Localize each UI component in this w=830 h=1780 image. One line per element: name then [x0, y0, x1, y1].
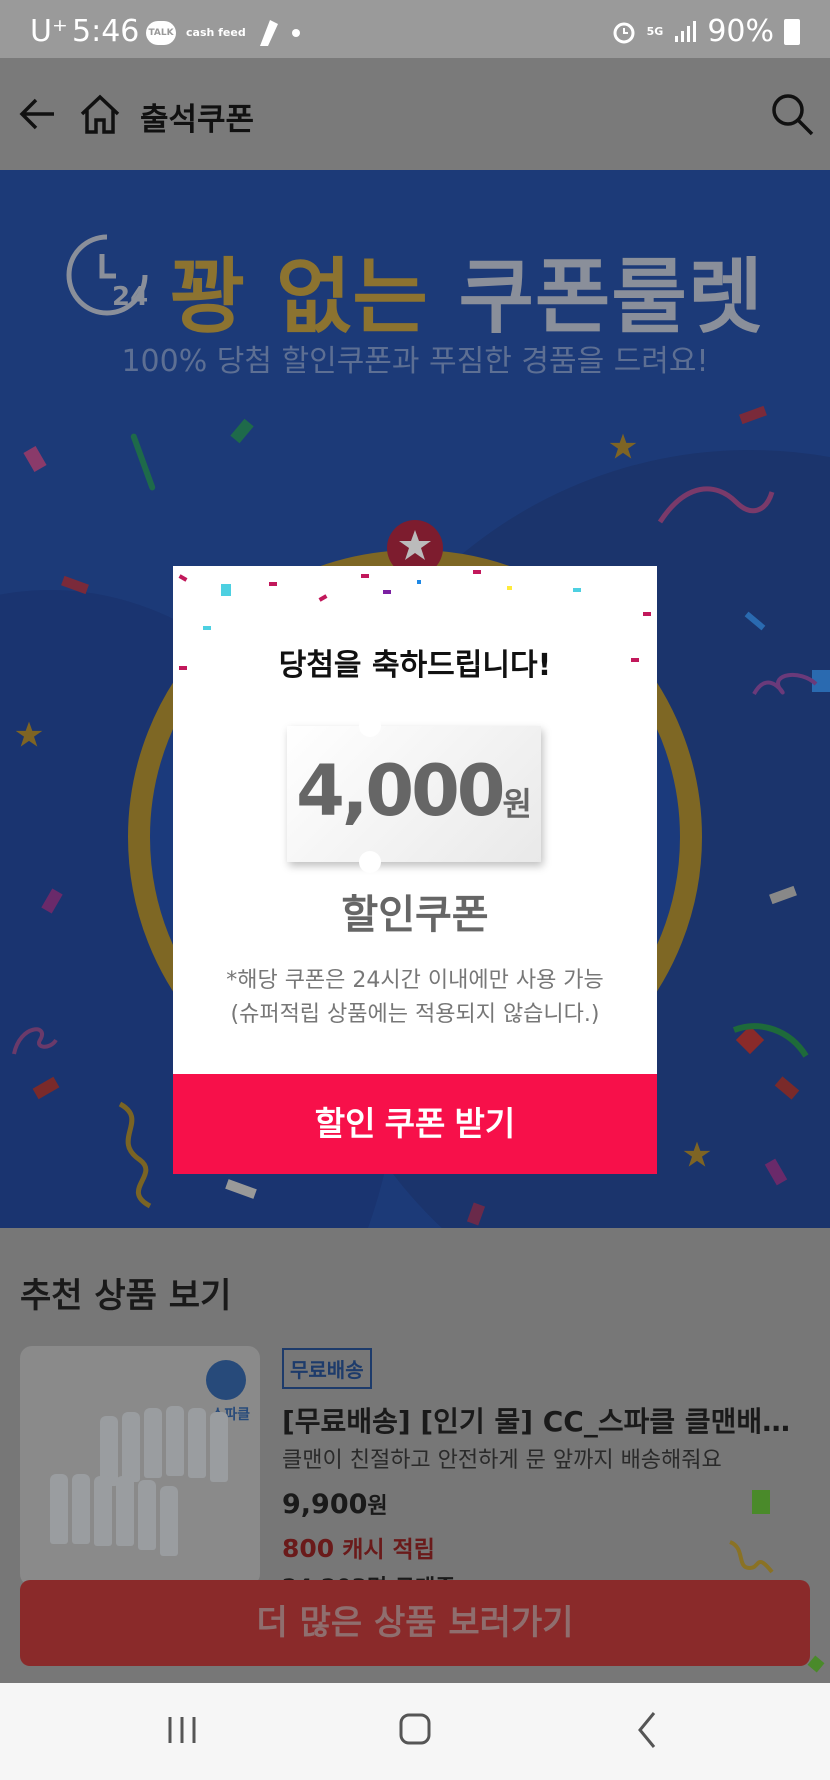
- bottle-image: [94, 1476, 112, 1546]
- recommendations-title: 추천 상품 보기: [20, 1276, 232, 1316]
- congrats-title: 당첨을 축하드립니다!: [278, 648, 552, 683]
- confetti: [203, 626, 211, 630]
- cash-label: 캐시 적립: [342, 1537, 435, 1563]
- product-name[interactable]: [무료배송] [인기 물] CC_스파클 클맨배송 2L 12병: [282, 1400, 812, 1440]
- confetti: [417, 580, 421, 584]
- recommendations-section: 추천 상품 보기 스파클 무료배송 [무료배송] [인기 물] CC_스파클 클…: [0, 1228, 830, 1683]
- headline-gold: 꽝 없는: [170, 250, 429, 345]
- bottle-image: [210, 1412, 228, 1482]
- cash-reward: 800 캐시 적립: [282, 1530, 435, 1564]
- ticket-notch: [359, 851, 381, 873]
- confetti: [473, 570, 481, 574]
- signal-icon: [675, 20, 697, 42]
- confetti: [221, 584, 231, 596]
- kakaotalk-icon: TALK: [146, 21, 176, 45]
- system-status-icons: 5G 90%: [611, 14, 800, 49]
- battery-icon: [784, 18, 800, 45]
- back-nav-icon[interactable]: [618, 1705, 678, 1755]
- cash-amount: 800: [282, 1534, 335, 1563]
- home-nav-icon[interactable]: [385, 1705, 445, 1755]
- status-time: 5:46: [72, 14, 140, 49]
- star-icon: [399, 530, 431, 560]
- confetti: [752, 1490, 770, 1514]
- get-coupon-button[interactable]: 할인 쿠폰 받기: [173, 1074, 657, 1174]
- bottle-image: [160, 1486, 178, 1556]
- brand-logo-icon: [206, 1360, 246, 1400]
- clock-24-label: 24: [112, 282, 149, 312]
- ticket-notch: [359, 715, 381, 737]
- confetti: [129, 432, 157, 492]
- status-bar: U⁺ 5:46 TALK cash feed 5G 90%: [0, 0, 830, 58]
- product-description: 클맨이 친절하고 안전하게 문 앞까지 배송해줘요: [282, 1448, 722, 1473]
- star-icon: [15, 721, 43, 747]
- battery-percent: 90%: [707, 14, 774, 49]
- page-title: 출석쿠폰: [140, 102, 255, 138]
- confetti: [269, 582, 277, 586]
- win-modal: 당첨을 축하드립니다! 4,000원 할인쿠폰 *해당 쿠폰은 24시간 이내에…: [173, 566, 657, 1174]
- more-notifications-dot: [291, 29, 300, 37]
- star-icon: [609, 433, 637, 459]
- network-type: 5G: [646, 24, 664, 38]
- coupon-amount-value: 4,000: [296, 750, 505, 832]
- search-icon[interactable]: [766, 88, 818, 140]
- carrier-label: U⁺: [30, 14, 68, 49]
- bottle-image: [122, 1412, 140, 1482]
- confetti: [507, 586, 512, 590]
- confetti: [807, 1655, 825, 1673]
- bottle-image: [144, 1408, 162, 1478]
- confetti: [383, 590, 391, 594]
- back-arrow-icon[interactable]: [14, 88, 66, 140]
- ribbon-confetti: [729, 1540, 774, 1574]
- ribbon-confetti: [12, 1027, 58, 1055]
- confetti: [739, 405, 767, 425]
- system-nav-bar: [0, 1683, 830, 1780]
- confetti: [23, 445, 47, 473]
- ribbon-confetti: [118, 1101, 152, 1209]
- product-thumbnail[interactable]: 스파클: [20, 1346, 260, 1586]
- bottle-image: [50, 1474, 68, 1544]
- confetti: [230, 418, 254, 444]
- price-value: 9,900: [282, 1489, 368, 1520]
- notification-icons: TALK cash feed: [146, 18, 300, 48]
- coupon-currency: 원: [502, 785, 532, 823]
- confetti: [178, 574, 188, 582]
- coupon-note-line2: (슈퍼적립 상품에는 적용되지 않습니다.): [230, 1002, 600, 1027]
- coupon-amount: 4,000원: [287, 750, 541, 832]
- recent-apps-icon[interactable]: [152, 1705, 212, 1755]
- ribbon-confetti: [657, 486, 775, 524]
- confetti: [318, 594, 328, 602]
- bottle-image: [188, 1408, 206, 1478]
- bottle-image: [116, 1476, 134, 1546]
- home-icon[interactable]: [74, 88, 126, 140]
- bottle-image: [72, 1474, 90, 1544]
- banner-subtitle: 100% 당첨 할인쿠폰과 푸짐한 경품을 드려요!: [121, 344, 709, 379]
- coupon-label: 할인쿠폰: [341, 892, 489, 938]
- app-notification-icon: [259, 20, 278, 46]
- more-products-button[interactable]: 더 많은 상품 보러가기: [20, 1580, 810, 1666]
- ribbon-confetti: [752, 672, 818, 696]
- bottle-image: [138, 1480, 156, 1550]
- price-unit: 원: [367, 1494, 388, 1519]
- banner-headline: 꽝 없는 쿠폰룰렛: [170, 230, 764, 349]
- free-shipping-badge: 무료배송: [282, 1348, 372, 1389]
- app-header: 출석쿠폰: [0, 58, 830, 170]
- headline-grey: 쿠폰룰렛: [458, 250, 765, 345]
- coupon-note-line1: *해당 쿠폰은 24시간 이내에만 사용 가능: [226, 968, 604, 993]
- product-price: 9,900원: [282, 1488, 388, 1520]
- coupon-ticket: 4,000원: [287, 715, 541, 873]
- bottle-image: [166, 1406, 184, 1476]
- coupon-note: *해당 쿠폰은 24시간 이내에만 사용 가능 (슈퍼적립 상품에는 적용되지 …: [173, 964, 657, 1032]
- confetti: [573, 588, 581, 592]
- ribbon-confetti: [732, 1023, 809, 1058]
- confetti: [643, 612, 651, 616]
- cashfeed-icon: cash feed: [186, 26, 246, 39]
- star-icon: [683, 1141, 711, 1167]
- alarm-icon: [613, 22, 635, 43]
- confetti: [361, 574, 369, 578]
